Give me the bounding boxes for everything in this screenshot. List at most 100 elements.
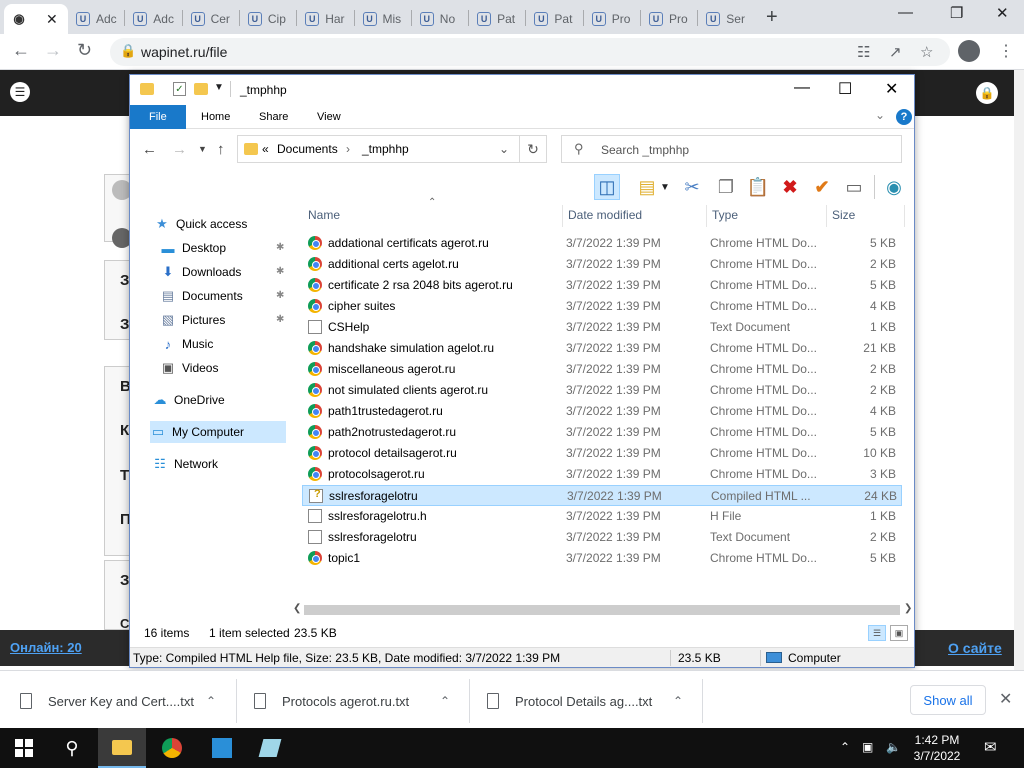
scroll-right-icon[interactable]: ❯	[904, 603, 912, 614]
file-row[interactable]: protocol detailsagerot.ru 3/7/2022 1:39 P…	[302, 443, 902, 464]
file-row[interactable]: CSHelp 3/7/2022 1:39 PM Text Document 1 KB	[302, 317, 902, 338]
online-count-link[interactable]: Онлайн: 20	[10, 640, 82, 655]
explorer-address-bar[interactable]: « Documents › _tmphhp ⌄	[237, 135, 547, 163]
address-bar[interactable]: 🔒 wapinet.ru/file ☷ ↗ ☆	[110, 38, 950, 66]
large-icons-view-icon[interactable]: ▣	[890, 625, 908, 641]
nav-item-downloads[interactable]: ⬇ Downloads	[160, 261, 242, 283]
details-view-icon[interactable]: ☰	[868, 625, 886, 641]
start-button[interactable]	[0, 728, 48, 768]
hamburger-menu-icon[interactable]: ☰	[10, 82, 30, 102]
site-link-letter[interactable]: З	[120, 572, 129, 589]
breadcrumb-current-folder[interactable]: _tmphhp	[362, 142, 409, 156]
column-separator[interactable]	[562, 205, 563, 227]
browser-tab[interactable]: U Cip	[240, 4, 296, 34]
cut-icon[interactable]: ✂	[679, 174, 705, 200]
nav-item-videos[interactable]: ▣ Videos	[160, 357, 219, 379]
search-taskbar-icon[interactable]: ⚲	[48, 728, 96, 768]
browser-tab[interactable]: U Adc	[125, 4, 181, 34]
translate-icon[interactable]: ☷	[857, 43, 870, 61]
close-button[interactable]: ✕	[885, 79, 898, 99]
notifications-icon[interactable]: ✉	[984, 738, 997, 756]
copy-icon[interactable]: ❐	[713, 174, 739, 200]
tab-share[interactable]: Share	[245, 105, 302, 129]
reload-icon[interactable]: ↻	[77, 40, 92, 61]
new-tab-button[interactable]: +	[766, 6, 778, 29]
browser-tab[interactable]: U Pro	[584, 4, 640, 34]
preview-pane-icon[interactable]: ◫	[594, 174, 620, 200]
search-field[interactable]: ⚲ Search _tmphhp	[561, 135, 902, 163]
breadcrumb-documents[interactable]: Documents	[277, 142, 338, 156]
lock-icon[interactable]: 🔒	[120, 43, 136, 59]
close-downloads-icon[interactable]: ✕	[999, 689, 1012, 709]
column-separator[interactable]	[706, 205, 707, 227]
chrome-menu-icon[interactable]: ⋮	[998, 41, 1014, 61]
show-all-button[interactable]: Show all	[910, 685, 986, 715]
up-arrow-icon[interactable]: ↑	[217, 141, 225, 158]
browser-tab[interactable]: U Cer	[183, 4, 239, 34]
browser-tab[interactable]: U No	[412, 4, 468, 34]
file-row[interactable]: addational certificats agerot.ru 3/7/2022…	[302, 233, 902, 254]
view-options-icon[interactable]: ▤	[634, 174, 660, 200]
notepad-taskbar-icon[interactable]	[246, 728, 294, 768]
chrome-taskbar-icon[interactable]	[148, 728, 196, 768]
column-type[interactable]: Type	[712, 205, 738, 227]
customize-toolbar-icon[interactable]: ▼	[214, 82, 224, 93]
file-row[interactable]: path1trustedagerot.ru 3/7/2022 1:39 PM Chr…	[302, 401, 902, 422]
file-row[interactable]: sslresforagelotru 3/7/2022 1:39 PM Text Do…	[302, 527, 902, 548]
share-icon[interactable]: ↗	[889, 43, 902, 61]
url-text[interactable]: wapinet.ru/file	[141, 44, 227, 60]
file-row[interactable]: protocolsagerot.ru 3/7/2022 1:39 PM Chrome…	[302, 464, 902, 485]
globe-icon[interactable]: ◉	[881, 174, 907, 200]
file-explorer-taskbar-icon[interactable]	[98, 728, 146, 768]
download-filename[interactable]: Protocol Details ag....txt	[515, 694, 652, 709]
breadcrumb-overflow[interactable]: «	[262, 142, 269, 156]
file-row[interactable]: cipher suites 3/7/2022 1:39 PM Chrome HTML…	[302, 296, 902, 317]
chevron-up-icon[interactable]: ⌃	[206, 694, 216, 708]
nav-item-my-computer[interactable]: ▭ My Computer	[150, 421, 286, 443]
file-row[interactable]: miscellaneous agerot.ru 3/7/2022 1:39 PM C…	[302, 359, 902, 380]
site-link-letter[interactable]: З	[120, 272, 129, 289]
tab-home[interactable]: Home	[187, 105, 244, 129]
nav-item-desktop[interactable]: ▬ Desktop	[160, 237, 227, 259]
download-item[interactable]: Protocol Details ag....txt ⌃	[487, 671, 703, 731]
browser-tab[interactable]: ◉ ✕	[4, 4, 68, 34]
minimize-button[interactable]: —	[794, 79, 810, 97]
browser-tab[interactable]: U Har	[297, 4, 353, 34]
page-scrollbar[interactable]	[1014, 70, 1024, 670]
expand-ribbon-icon[interactable]: ⌄	[875, 108, 885, 122]
file-row[interactable]: certificate 2 rsa 2048 bits agerot.ru 3/7…	[302, 275, 902, 296]
file-row[interactable]: sslresforagelotru.h 3/7/2022 1:39 PM H Fil…	[302, 506, 902, 527]
recent-locations-icon[interactable]: ▼	[198, 144, 207, 154]
tab-file[interactable]: File	[130, 105, 186, 129]
file-row[interactable]: not simulated clients agerot.ru 3/7/2022 …	[302, 380, 902, 401]
file-row[interactable]: additional certs agelot.ru 3/7/2022 1:39 …	[302, 254, 902, 275]
column-size[interactable]: Size	[832, 205, 855, 227]
profile-avatar[interactable]	[958, 40, 980, 62]
bookmark-star-icon[interactable]: ☆	[920, 43, 933, 61]
tray-chevron-icon[interactable]: ⌃	[840, 740, 850, 754]
new-folder-icon[interactable]	[194, 83, 208, 95]
view-dropdown-icon[interactable]: ▼	[658, 174, 672, 200]
file-row[interactable]: handshake simulation agelot.ru 3/7/2022 1…	[302, 338, 902, 359]
browser-tab[interactable]: U Mis	[355, 4, 411, 34]
back-arrow-icon[interactable]: ←	[142, 141, 157, 158]
network-tray-icon[interactable]: ▣	[862, 740, 873, 754]
column-date[interactable]: Date modified	[568, 205, 642, 227]
column-separator[interactable]	[904, 205, 905, 227]
browser-tab[interactable]: U Pat	[526, 4, 582, 34]
restore-browser-button[interactable]: ❐	[950, 4, 963, 22]
nav-item-music[interactable]: ♪ Music	[160, 333, 214, 355]
rename-icon[interactable]: ▭	[841, 174, 867, 200]
forward-arrow-icon[interactable]: →	[172, 141, 187, 158]
file-row[interactable]: topic1 3/7/2022 1:39 PM Chrome HTML Do... 5…	[302, 548, 902, 569]
scroll-left-icon[interactable]: ❮	[293, 603, 301, 614]
browser-tab[interactable]: U Ser	[698, 4, 754, 34]
back-icon[interactable]: ←	[12, 40, 30, 61]
site-link-letter[interactable]: З	[120, 316, 129, 333]
minimize-browser-button[interactable]: —	[898, 4, 913, 21]
chevron-up-icon[interactable]: ⌃	[440, 694, 450, 708]
horizontal-scrollbar[interactable]: ❮ ❯	[290, 603, 914, 617]
site-link-letter[interactable]: Т	[120, 467, 129, 484]
nav-item-pictures[interactable]: ▧ Pictures	[160, 309, 226, 331]
refresh-icon[interactable]: ↻	[519, 135, 547, 163]
